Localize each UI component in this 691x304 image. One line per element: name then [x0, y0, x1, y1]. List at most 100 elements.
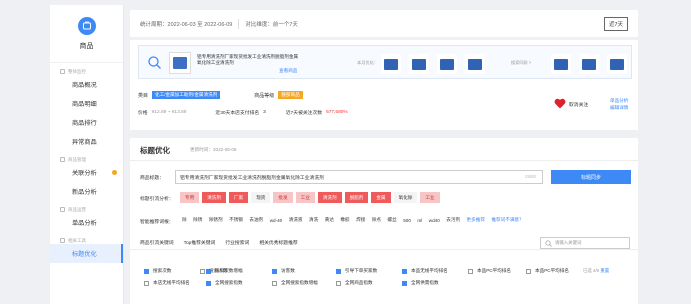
- sidebar-item-abnormal[interactable]: 异常商品: [50, 132, 123, 151]
- word-tag[interactable]: 批发: [273, 192, 293, 203]
- keyword-root[interactable]: 去污剂: [446, 217, 460, 223]
- unfollow-button[interactable]: 取消关注: [569, 101, 588, 108]
- compare-product-thumbnail[interactable]: [551, 54, 571, 74]
- char-counter: 28/60: [525, 174, 536, 179]
- sidebar-item-association[interactable]: 关联分析: [50, 163, 123, 182]
- compare-product-thumbnail[interactable]: [409, 54, 429, 74]
- category-label: 类目: [138, 92, 149, 99]
- metric-checkbox[interactable]: 访客数: [272, 268, 295, 274]
- keyword-root[interactable]: 黄达: [325, 217, 334, 223]
- more-compare-link[interactable]: 搜索同款 >: [511, 60, 531, 66]
- compare-value: 前一个7天: [272, 21, 298, 28]
- stats-row: 价格 ¥12.89 ~ ¥13.89 近30天本店支付排名 3 近7天被关注次数…: [138, 109, 348, 116]
- not-satisfied-link[interactable]: 推荐词不满意？: [491, 217, 523, 223]
- keyword-root[interactable]: 除: [182, 217, 187, 223]
- keyword-root[interactable]: 螺丝: [388, 217, 397, 223]
- reset-link[interactable]: 重置: [600, 268, 609, 273]
- compare-label: 对比维度：: [245, 21, 273, 28]
- sidebar-item-single-product[interactable]: 单品分析: [50, 213, 123, 232]
- metric-checkbox[interactable]: 本品PC平均排名: [468, 268, 511, 274]
- title-word-tags: 专用 清洗剂 厂家 现货 批发 工业 清洗剂 脱脂剂 金属 氧化除 工业: [180, 192, 440, 203]
- compare-product-thumbnail[interactable]: [607, 54, 627, 74]
- metric-checkbox[interactable]: 本店无线平均排名: [144, 280, 190, 286]
- word-tag[interactable]: 现货: [251, 192, 271, 203]
- notification-dot: [112, 170, 117, 175]
- product-thumbnail[interactable]: [169, 52, 191, 74]
- word-tag[interactable]: 厂家: [229, 192, 249, 203]
- app-root: 商品 整体监控 商品概况 商品明细 商品排行 异常商品 商品管理 关联分析 新品…: [0, 0, 691, 304]
- word-tag[interactable]: 专用: [180, 192, 200, 203]
- metric-checkbox[interactable]: 引导下单买家数: [336, 268, 377, 274]
- word-tag[interactable]: 脱脂剂: [344, 192, 369, 203]
- category-badge: 化工/金属加工助剂/金属清洗剂: [152, 91, 221, 99]
- keyword-root[interactable]: 除锈: [193, 217, 202, 223]
- word-tag[interactable]: 清洗剂: [317, 192, 342, 203]
- heart-icon[interactable]: [554, 98, 566, 109]
- grade-badge: 腰部商品: [278, 91, 303, 99]
- metric-checkbox[interactable]: 本品PC平均排名: [526, 268, 569, 274]
- period-range: 2022-06-03 至 2022-06-09: [167, 21, 233, 28]
- compare-product-thumbnail[interactable]: [465, 54, 485, 74]
- keyword-root[interactable]: 去油剂: [249, 217, 263, 223]
- divider: [130, 160, 638, 161]
- compare-label: 本月优化：: [357, 60, 378, 65]
- edit-detail-link[interactable]: 编辑详情: [610, 105, 628, 111]
- compare-product-thumbnail[interactable]: [437, 54, 457, 74]
- keywords-label: 智能推荐词根：: [140, 220, 174, 225]
- metric-checkbox[interactable]: 全网供需指数: [402, 280, 439, 286]
- keyword-root[interactable]: ml: [417, 218, 422, 223]
- analysis-label: 标题引流分析：: [140, 197, 174, 202]
- metric-checkbox[interactable]: 搜索次数: [144, 268, 171, 274]
- sidebar-item-overview[interactable]: 商品概况: [50, 75, 123, 94]
- title-input[interactable]: 铝专用清洗剂厂家现货批发工业清洗剂脱脂剂金属氧化除工业清洗剂 28/60: [175, 170, 543, 184]
- keyword-root[interactable]: 焊接: [356, 217, 365, 223]
- metric-checkbox[interactable]: 全网商品指数: [336, 280, 373, 286]
- keyword-root[interactable]: 不锈钢: [229, 217, 243, 223]
- follow-value: 577,580%: [326, 110, 348, 115]
- single-product-analysis-link[interactable]: 单品分析: [610, 98, 628, 104]
- section-title: 标题优化: [140, 146, 170, 155]
- metric-checkbox[interactable]: 搜索次数增幅: [206, 268, 243, 274]
- keyword-search-input[interactable]: 请输入关键词: [540, 237, 630, 249]
- grade-label: 商品等级: [254, 92, 275, 99]
- keyword-root[interactable]: 除点: [372, 217, 381, 223]
- metric-checkbox[interactable]: 全网搜索指数: [206, 280, 243, 286]
- metric-checkbox[interactable]: 全网搜索指数增幅: [272, 280, 318, 286]
- group-icon: [60, 157, 65, 162]
- sidebar-item-new-product[interactable]: 新品分析: [50, 182, 123, 201]
- word-tag[interactable]: 氧化除: [393, 192, 418, 203]
- title-label: 商品标题：: [140, 176, 164, 181]
- keyword-root[interactable]: 清洗液: [289, 217, 303, 223]
- last-7-days-button[interactable]: 近7天: [603, 16, 628, 31]
- word-tag[interactable]: 工业: [420, 192, 440, 203]
- sidebar-item-detail[interactable]: 商品明细: [50, 94, 123, 113]
- word-tag[interactable]: 金属: [371, 192, 391, 203]
- sidebar-group-title: 商品运营: [50, 201, 123, 213]
- keyword-root[interactable]: wd40: [429, 218, 440, 223]
- view-product-link[interactable]: 查看商品: [279, 68, 297, 74]
- keyword-root[interactable]: 清洗: [309, 217, 318, 223]
- sidebar-brand-label: 商品: [79, 42, 94, 50]
- more-keywords-link[interactable]: 更多推荐: [467, 217, 485, 223]
- keyword-root[interactable]: 除锈剂: [209, 217, 223, 223]
- product-box: 铝专用清洗剂厂家现货批发工业清洗剂脱脂剂金属氧化除工业清洗剂 查看商品 本月优化…: [138, 45, 632, 79]
- compare-product-thumbnail[interactable]: [381, 54, 401, 74]
- title-sync-button[interactable]: 标题同步: [551, 170, 631, 184]
- keyword-root[interactable]: 橡胶: [340, 217, 349, 223]
- update-date: 更新时间：2022-06-09: [190, 147, 237, 152]
- period-label: 统计周期：: [140, 21, 168, 28]
- main-content: 统计周期： 2022-06-03 至 2022-06-09 对比维度： 前一个7…: [124, 5, 641, 304]
- rank-label: 近30天本店支付排名: [215, 111, 260, 116]
- word-tag[interactable]: 清洗剂: [202, 192, 226, 203]
- divider: [130, 249, 638, 250]
- keyword-root[interactable]: 500: [403, 218, 411, 223]
- divider: [238, 18, 240, 29]
- word-tag[interactable]: 工业: [295, 192, 315, 203]
- compare-product-thumbnail[interactable]: [579, 54, 599, 74]
- metric-checkbox[interactable]: 本品无线平均排名: [402, 268, 448, 274]
- sidebar-item-title-optimize[interactable]: 标题优化: [50, 244, 123, 263]
- search-icon[interactable]: [147, 55, 162, 70]
- follow-label: 近7天被关注次数: [285, 111, 323, 116]
- sidebar-item-ranking[interactable]: 商品排行: [50, 113, 123, 132]
- keyword-root[interactable]: wd-40: [270, 218, 283, 223]
